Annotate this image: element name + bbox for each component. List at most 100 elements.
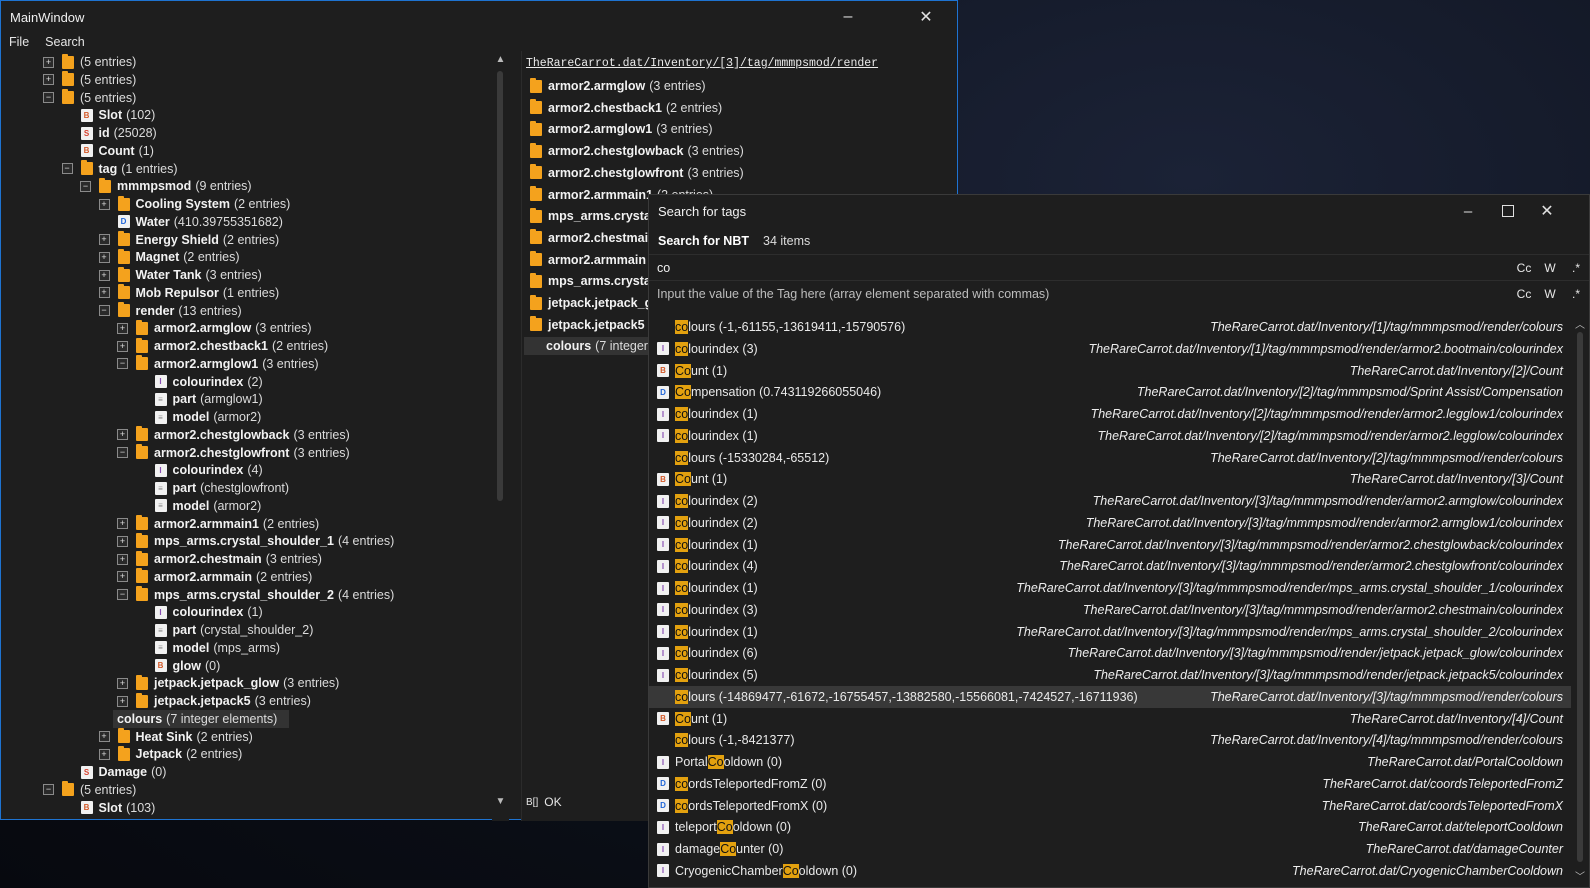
- menu-file[interactable]: File: [1, 35, 37, 49]
- search-result-row[interactable]: DcoordsTeleportedFromZ (0) TheRareCarrot.…: [649, 773, 1571, 795]
- search-result-row[interactable]: IteleportCooldown (0) TheRareCarrot.dat/t…: [649, 816, 1571, 838]
- tree-node[interactable]: S Damage (0): [80, 763, 166, 781]
- tree-node[interactable]: B Slot (103): [80, 799, 155, 817]
- expand-plus-icon[interactable]: +: [98, 234, 110, 245]
- list-item[interactable]: armor2.chestglowback (3 entries): [530, 142, 744, 160]
- collapse-minus-icon[interactable]: −: [117, 589, 128, 600]
- regex-toggle[interactable]: .*: [1563, 287, 1589, 301]
- match-case-toggle[interactable]: Cc: [1511, 287, 1537, 301]
- scroll-down-arrow-icon[interactable]: ﹀: [1571, 868, 1589, 884]
- breadcrumb-segment[interactable]: mmmpsmod: [775, 57, 830, 70]
- list-item[interactable]: mps_arms.crystal: [530, 207, 654, 225]
- tree-node[interactable]: ≡ part (armglow1): [154, 390, 263, 408]
- tree-node[interactable]: ≡ part (crystal_shoulder_2): [154, 621, 313, 639]
- search-result-row[interactable]: B Count (1) TheRareCarrot.dat/Inventory/[4…: [649, 708, 1571, 730]
- tree-node[interactable]: − mps_arms.crystal_shoulder_2 (4 entries): [117, 586, 394, 604]
- tree-node[interactable]: + armor2.chestmain (3 entries): [117, 550, 322, 568]
- expand-plus-icon[interactable]: +: [117, 535, 128, 547]
- whole-word-toggle[interactable]: W: [1537, 261, 1563, 275]
- tree-node[interactable]: + Energy Shield (2 entries): [98, 231, 279, 249]
- expand-plus-icon[interactable]: +: [98, 748, 110, 760]
- tree-node[interactable]: − armor2.armglow1 (3 entries): [117, 355, 319, 373]
- menu-search[interactable]: Search: [37, 35, 93, 49]
- tree-scrollbar[interactable]: ▲ ▼: [492, 51, 509, 821]
- collapse-minus-icon[interactable]: −: [80, 180, 91, 192]
- search-result-row[interactable]: Icolourindex (5) TheRareCarrot.dat/Invent…: [649, 664, 1571, 686]
- tree-node[interactable]: colours (7 integer elements): [113, 709, 289, 728]
- search-result-row[interactable]: Icolourindex (3) TheRareCarrot.dat/Invent…: [649, 338, 1571, 360]
- main-title-bar[interactable]: MainWindow – ✕: [1, 1, 957, 33]
- close-button[interactable]: ✕: [1524, 195, 1570, 227]
- scroll-down-arrow-icon[interactable]: ▼: [492, 793, 509, 810]
- search-result-row[interactable]: D Compensation (0.743119266055046) TheRare…: [649, 381, 1571, 403]
- list-item[interactable]: jetpack.jetpack5: [530, 316, 645, 334]
- tree-node[interactable]: B Count (1): [80, 142, 154, 160]
- scroll-thumb[interactable]: [1577, 332, 1583, 862]
- collapse-minus-icon[interactable]: −: [117, 447, 128, 458]
- search-result-row[interactable]: IdamageCounter (0) TheRareCarrot.dat/dama…: [649, 838, 1571, 860]
- tree-node[interactable]: Icolourindex (4): [154, 461, 263, 479]
- tree-node[interactable]: + Magnet (2 entries): [98, 248, 240, 266]
- tree-node[interactable]: − (5 entries): [43, 89, 136, 107]
- tree-node[interactable]: ≡ model (armor2): [154, 497, 261, 515]
- collapse-minus-icon[interactable]: −: [98, 305, 110, 316]
- expand-plus-icon[interactable]: +: [117, 553, 128, 565]
- tree-node[interactable]: ≡ model (mps_arms): [154, 639, 280, 657]
- expand-plus-icon[interactable]: +: [98, 251, 110, 263]
- scroll-up-arrow-icon[interactable]: ▲: [492, 51, 509, 68]
- tree-node[interactable]: ≡ model (armor2): [154, 408, 261, 426]
- breadcrumb-segment[interactable]: tag: [747, 57, 768, 70]
- tree-node[interactable]: + (5 entries): [43, 71, 136, 89]
- search-result-row[interactable]: DcoordsTeleportedFromX (0) TheRareCarrot.…: [649, 795, 1571, 817]
- collapse-minus-icon[interactable]: −: [43, 784, 54, 796]
- expand-plus-icon[interactable]: +: [117, 695, 128, 707]
- expand-plus-icon[interactable]: +: [98, 287, 110, 299]
- list-item[interactable]: mps_arms.crystal: [530, 272, 654, 290]
- breadcrumb[interactable]: TheRareCarrot.dat/Inventory/[3]/tag/mmmp…: [526, 57, 878, 70]
- tree-node[interactable]: + Mob Repulsor (1 entries): [98, 284, 279, 302]
- tree-node[interactable]: + (5 entries): [43, 53, 136, 71]
- expand-plus-icon[interactable]: +: [117, 340, 128, 352]
- collapse-minus-icon[interactable]: −: [117, 358, 128, 370]
- expand-plus-icon[interactable]: +: [98, 198, 110, 210]
- search-result-row[interactable]: Icolourindex (2) TheRareCarrot.dat/Invent…: [649, 490, 1571, 512]
- tree-node[interactable]: + armor2.chestglowback (3 entries): [117, 426, 350, 444]
- tree-node[interactable]: + armor2.armmain1 (2 entries): [117, 515, 319, 533]
- tree-node[interactable]: + armor2.armmain (2 entries): [117, 568, 312, 586]
- tree-node[interactable]: Bglow (0): [154, 657, 220, 675]
- tree-node[interactable]: + jetpack.jetpack_glow (3 entries): [117, 674, 339, 692]
- tree-node[interactable]: + jetpack.jetpack5 (3 entries): [117, 692, 311, 710]
- tree-node[interactable]: − armor2.chestglowfront (3 entries): [117, 444, 350, 462]
- collapse-minus-icon[interactable]: −: [43, 92, 54, 103]
- list-item[interactable]: armor2.armglow (3 entries): [530, 77, 706, 95]
- search-result-row[interactable]: Icolourindex (2) TheRareCarrot.dat/Invent…: [649, 512, 1571, 534]
- tree-node[interactable]: D Water (410.39755351682): [117, 213, 283, 231]
- list-item[interactable]: jetpack.jetpack_g: [530, 294, 652, 312]
- match-case-toggle[interactable]: Cc: [1511, 261, 1537, 275]
- tree-node[interactable]: + Cooling System (2 entries): [98, 195, 290, 213]
- tree-node[interactable]: + armor2.chestback1 (2 entries): [117, 337, 328, 355]
- search-result-row[interactable]: B Count (1) TheRareCarrot.dat/Inventory/[3…: [649, 468, 1571, 490]
- search-result-row[interactable]: Icolourindex (4) TheRareCarrot.dat/Invent…: [649, 555, 1571, 577]
- search-result-row[interactable]: Icolourindex (1) TheRareCarrot.dat/Invent…: [649, 425, 1571, 447]
- tree-node[interactable]: Icolourindex (2): [154, 373, 263, 391]
- regex-toggle[interactable]: .*: [1563, 261, 1589, 275]
- close-button[interactable]: ✕: [903, 1, 949, 33]
- tab-search-nbt[interactable]: Search for NBT: [658, 234, 749, 248]
- search-result-row[interactable]: I CryogenicChamberCooldown (0) TheRareCarr…: [649, 860, 1571, 882]
- expand-plus-icon[interactable]: +: [117, 322, 128, 334]
- list-item[interactable]: armor2.chestglowfront (3 entries): [530, 164, 744, 182]
- tree-node[interactable]: − render (13 entries): [98, 302, 242, 320]
- tree-node[interactable]: + Jetpack (2 entries): [98, 745, 242, 763]
- expand-plus-icon[interactable]: +: [117, 518, 128, 529]
- tree-node[interactable]: Icolourindex (1): [154, 603, 263, 621]
- expand-plus-icon[interactable]: +: [98, 269, 110, 281]
- expand-plus-icon[interactable]: +: [43, 56, 54, 68]
- list-item[interactable]: colours (7 integer: [524, 337, 664, 356]
- search-result-row[interactable]: Icolourindex (1) TheRareCarrot.dat/Invent…: [649, 403, 1571, 425]
- tree-node[interactable]: ≡ part (chestglowfront): [154, 479, 289, 497]
- tree-node[interactable]: B Slot (102): [80, 106, 155, 124]
- search-result-row[interactable]: colours (-1,-8421377) TheRareCarrot.dat/I…: [649, 729, 1571, 751]
- search-result-row[interactable]: I PortalCooldown (0) TheRareCarrot.dat/Por…: [649, 751, 1571, 773]
- minimize-button[interactable]: –: [825, 1, 871, 33]
